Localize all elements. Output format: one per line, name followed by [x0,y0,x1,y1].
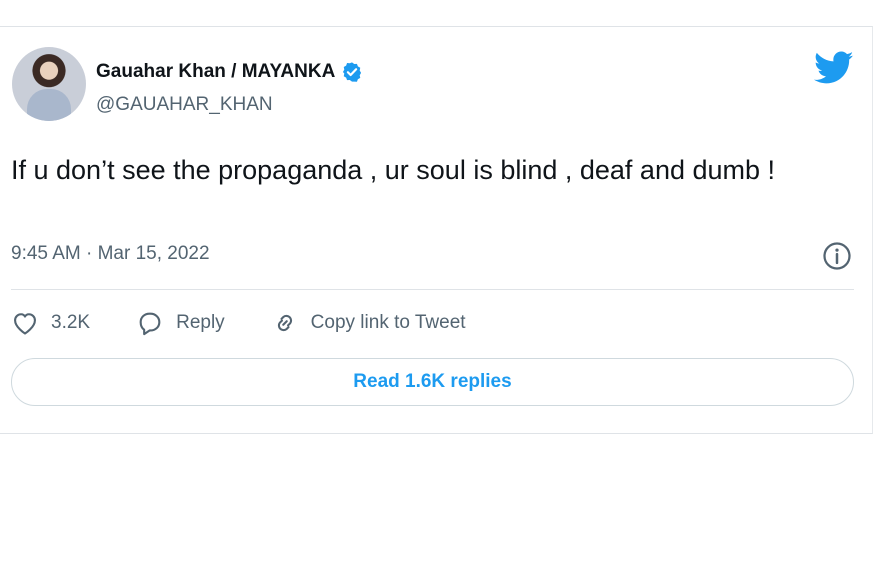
reply-label: Reply [176,312,225,333]
divider [11,289,854,290]
tweet-actions: 3.2K Reply Copy link to Tweet [11,309,512,337]
reply-bubble-icon [139,312,161,336]
reply-button[interactable]: Reply [136,309,225,337]
info-icon[interactable] [822,241,852,271]
like-count: 3.2K [51,312,91,333]
like-button[interactable]: 3.2K [11,309,90,337]
read-replies-button[interactable]: Read 1.6K replies [11,358,854,406]
avatar-figure [27,89,71,121]
verified-badge-icon [343,62,362,82]
tweet-timestamp[interactable]: 9:45 AM · Mar 15, 2022 [11,243,210,265]
author-name[interactable]: Gauahar Khan / MAYANKA [96,61,335,83]
author-avatar[interactable] [12,47,86,121]
heart-icon [14,313,36,335]
author-name-row: Gauahar Khan / MAYANKA [96,61,363,83]
tweet-card[interactable]: Gauahar Khan / MAYANKA @GAUAHAR_KHAN If … [0,26,873,434]
twitter-bird-icon[interactable] [814,51,854,85]
link-icon [277,314,292,332]
copy-link-button[interactable]: Copy link to Tweet [271,309,466,337]
copy-link-label: Copy link to Tweet [310,312,466,333]
author-handle[interactable]: @GAUAHAR_KHAN [96,94,273,116]
tweet-text: If u don’t see the propaganda , ur soul … [11,155,776,185]
